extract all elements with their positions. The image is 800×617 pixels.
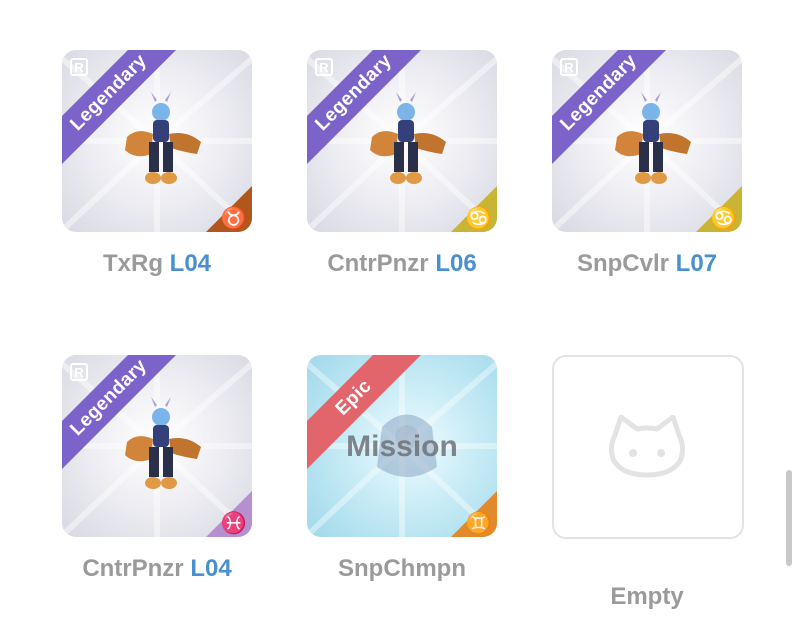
empty-card[interactable] (552, 355, 744, 539)
gemini-icon: ♊ (465, 512, 492, 535)
rank-badge-icon: R (315, 58, 333, 76)
empty-slot[interactable]: Empty (552, 355, 744, 617)
unit-level: L04 (190, 555, 232, 582)
unit-level: L04 (169, 250, 212, 277)
unit-slot[interactable]: Legendary R ♓ CntrPnzr L04 (62, 355, 252, 595)
unit-grid: Legendary R ♉ TxRg L04 Legendary R ♋ Cnt… (0, 0, 800, 617)
unit-name: CntrPnzr (327, 250, 429, 277)
unit-name: SnpCvlr (576, 250, 669, 277)
unit-label: TxRg L04 (62, 250, 252, 278)
unit-card[interactable]: Epic Mission ♊ (307, 355, 497, 537)
character-sprite-icon (125, 92, 201, 184)
character-sprite-icon (370, 92, 446, 184)
unit-card[interactable]: Legendary R ♋ (552, 50, 742, 232)
unit-card[interactable]: Legendary R ♋ (307, 50, 497, 232)
unit-label: SnpChmpn (307, 555, 497, 583)
unit-card[interactable]: Legendary R ♓ (62, 355, 252, 537)
character-sprite-icon (125, 397, 201, 489)
taurus-icon: ♉ (220, 207, 247, 230)
character-sprite-icon (615, 92, 691, 184)
vertical-scrollbar[interactable] (786, 470, 792, 566)
unit-slot[interactable]: Legendary R ♋ SnpCvlr L07 (552, 50, 742, 290)
unit-slot[interactable]: Legendary R ♋ CntrPnzr L06 (307, 50, 497, 290)
rank-badge-icon: R (70, 363, 88, 381)
pisces-icon: ♓ (220, 512, 247, 535)
rank-badge-icon: R (70, 58, 88, 76)
unit-label: CntrPnzr L06 (307, 250, 497, 278)
cat-face-icon (608, 415, 686, 478)
unit-label: SnpCvlr L07 (552, 250, 742, 278)
unit-name: SnpChmpn (338, 555, 466, 582)
unit-slot[interactable]: Legendary R ♉ TxRg L04 (62, 50, 252, 290)
unit-label: CntrPnzr L04 (62, 555, 252, 583)
rank-badge-icon: R (560, 58, 578, 76)
mission-overlay-text: Mission (346, 430, 458, 463)
empty-slot-label: Empty (610, 583, 684, 610)
unit-level: L07 (675, 250, 718, 277)
unit-name: CntrPnzr (82, 555, 184, 582)
unit-slot[interactable]: Epic Mission ♊ SnpChmpn (307, 355, 497, 595)
unit-level: L06 (435, 250, 477, 277)
cancer-icon: ♋ (465, 207, 492, 230)
cancer-icon: ♋ (710, 207, 737, 230)
unit-card[interactable]: Legendary R ♉ (62, 50, 252, 232)
unit-name: TxRg (102, 250, 163, 277)
